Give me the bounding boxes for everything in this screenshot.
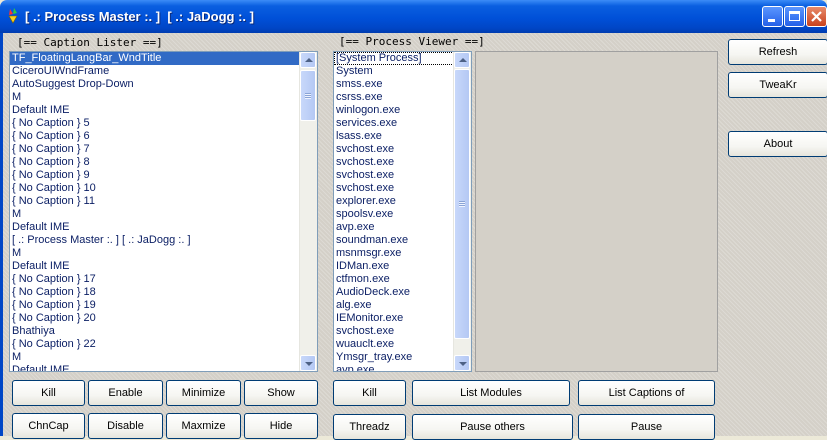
process-list-scrollbar[interactable] (453, 52, 471, 371)
title-bar[interactable]: [ .: Process Master :. ] [ .: JaDogg :. … (0, 0, 827, 33)
process-list-item[interactable]: IDMan.exe (334, 260, 454, 273)
process-list-item[interactable]: spoolsv.exe (334, 208, 454, 221)
process-list-item[interactable]: avp.exe (334, 364, 454, 371)
caption-list-item[interactable]: { No Caption } 20 (10, 312, 300, 325)
caption-list-item[interactable]: { No Caption } 5 (10, 117, 300, 130)
maximize-window-button[interactable] (784, 6, 805, 27)
caption-list-item[interactable]: Bhathiya (10, 325, 300, 338)
caption-list-item[interactable]: M (10, 208, 300, 221)
details-panel (475, 51, 718, 372)
threadz-button[interactable]: Threadz (333, 414, 406, 440)
caption-list-item[interactable]: { No Caption } 19 (10, 299, 300, 312)
caption-list-item[interactable]: { No Caption } 17 (10, 273, 300, 286)
process-list-item[interactable]: AudioDeck.exe (334, 286, 454, 299)
process-list-item[interactable]: avp.exe (334, 221, 454, 234)
tweakr-button[interactable]: TweaKr (728, 72, 827, 98)
about-button[interactable]: About (728, 131, 827, 157)
hide-button[interactable]: Hide (244, 413, 318, 439)
caption-list-item[interactable]: Default IME (10, 104, 300, 117)
enable-button[interactable]: Enable (88, 380, 163, 406)
process-list-item[interactable]: svchost.exe (334, 156, 454, 169)
process-list-item[interactable]: wuauclt.exe (334, 338, 454, 351)
process-list-item[interactable]: svchost.exe (334, 182, 454, 195)
caption-list-item[interactable]: CiceroUIWndFrame (10, 65, 300, 78)
caption-list-item[interactable]: M (10, 91, 300, 104)
process-list-item[interactable]: lsass.exe (334, 130, 454, 143)
caption-list-scrollbar[interactable] (299, 52, 317, 371)
process-scroll-thumb[interactable] (454, 69, 470, 339)
process-list-item[interactable]: ctfmon.exe (334, 273, 454, 286)
process-list-item[interactable]: svchost.exe (334, 143, 454, 156)
process-list-item[interactable]: services.exe (334, 117, 454, 130)
caption-list[interactable]: TF_FloatingLangBar_WndTitle CiceroUIWndFr… (9, 51, 318, 372)
minimize-window-button[interactable] (762, 6, 783, 27)
process-list-item[interactable]: alg.exe (334, 299, 454, 312)
caption-list-item[interactable]: { No Caption } 22 (10, 338, 300, 351)
caption-kill-button[interactable]: Kill (12, 380, 85, 406)
caption-scroll-up-arrow[interactable] (300, 52, 316, 68)
caption-list-item[interactable]: { No Caption } 8 (10, 156, 300, 169)
caption-scroll-thumb[interactable] (300, 70, 316, 121)
refresh-button[interactable]: Refresh (728, 39, 827, 65)
process-list-item[interactable]: System (334, 65, 454, 78)
caption-list-item[interactable]: { No Caption } 18 (10, 286, 300, 299)
change-caption-button[interactable]: ChnCap (12, 413, 85, 439)
process-list-item[interactable]: explorer.exe (334, 195, 454, 208)
process-viewer-label: [== Process Viewer ==] (339, 35, 485, 48)
process-list-item[interactable]: smss.exe (334, 78, 454, 91)
caption-list-item[interactable]: { No Caption } 9 (10, 169, 300, 182)
list-captions-of-button[interactable]: List Captions of (578, 380, 715, 406)
pause-button[interactable]: Pause (578, 414, 715, 440)
caption-list-item[interactable]: M (10, 351, 300, 364)
caption-list-item[interactable]: M (10, 247, 300, 260)
caption-list-item[interactable]: Default IME (10, 260, 300, 273)
process-list-item[interactable]: svchost.exe (334, 169, 454, 182)
process-kill-button[interactable]: Kill (333, 380, 406, 406)
process-list-item[interactable]: IEMonitor.exe (334, 312, 454, 325)
list-modules-button[interactable]: List Modules (412, 380, 570, 406)
maximize-icon (789, 11, 800, 21)
caption-list-item[interactable]: [ .: Process Master :. ] [ .: JaDogg :. … (10, 234, 300, 247)
caption-list-item[interactable]: { No Caption } 11 (10, 195, 300, 208)
caption-list-item[interactable]: { No Caption } 7 (10, 143, 300, 156)
process-list-item[interactable]: Ymsgr_tray.exe (334, 351, 454, 364)
caption-list-item[interactable]: TF_FloatingLangBar_WndTitle (10, 52, 300, 65)
minimize-button[interactable]: Minimize (166, 380, 241, 406)
process-list-item[interactable]: soundman.exe (334, 234, 454, 247)
show-button[interactable]: Show (244, 380, 318, 406)
caption-scroll-down-arrow[interactable] (300, 355, 316, 371)
process-list-item[interactable]: winlogon.exe (334, 104, 454, 117)
process-list-item[interactable]: svchost.exe (334, 325, 454, 338)
caption-list-item[interactable]: { No Caption } 10 (10, 182, 300, 195)
process-list-item[interactable]: csrss.exe (334, 91, 454, 104)
process-list-items: [System Process] System smss.exe csrss.exe w… (334, 52, 454, 371)
minimize-icon (768, 19, 775, 22)
caption-list-item[interactable]: Default IME (10, 221, 300, 234)
process-scroll-up-arrow[interactable] (454, 52, 470, 68)
process-scroll-down-arrow[interactable] (454, 355, 470, 371)
caption-list-item[interactable]: Default IME (10, 364, 300, 371)
caption-lister-label: [== Caption Lister ==] (17, 36, 163, 49)
client-area: [== Caption Lister ==] [== Process Viewe… (0, 33, 827, 440)
maximize-button[interactable]: Maxmize (166, 413, 241, 439)
disable-button[interactable]: Disable (88, 413, 163, 439)
pause-others-button[interactable]: Pause others (412, 414, 573, 440)
process-list-item[interactable]: msnmsgr.exe (334, 247, 454, 260)
app-icon (8, 8, 18, 24)
window-title: [ .: Process Master :. ] [ .: JaDogg :. … (25, 9, 254, 24)
close-icon (811, 11, 822, 22)
caption-list-items: TF_FloatingLangBar_WndTitle CiceroUIWndFr… (10, 52, 300, 371)
process-list-item[interactable]: [System Process] (334, 52, 454, 65)
caption-list-item[interactable]: { No Caption } 6 (10, 130, 300, 143)
caption-list-item[interactable]: AutoSuggest Drop-Down (10, 78, 300, 91)
process-list[interactable]: [System Process] System smss.exe csrss.exe w… (333, 51, 472, 372)
close-window-button[interactable] (806, 6, 827, 27)
